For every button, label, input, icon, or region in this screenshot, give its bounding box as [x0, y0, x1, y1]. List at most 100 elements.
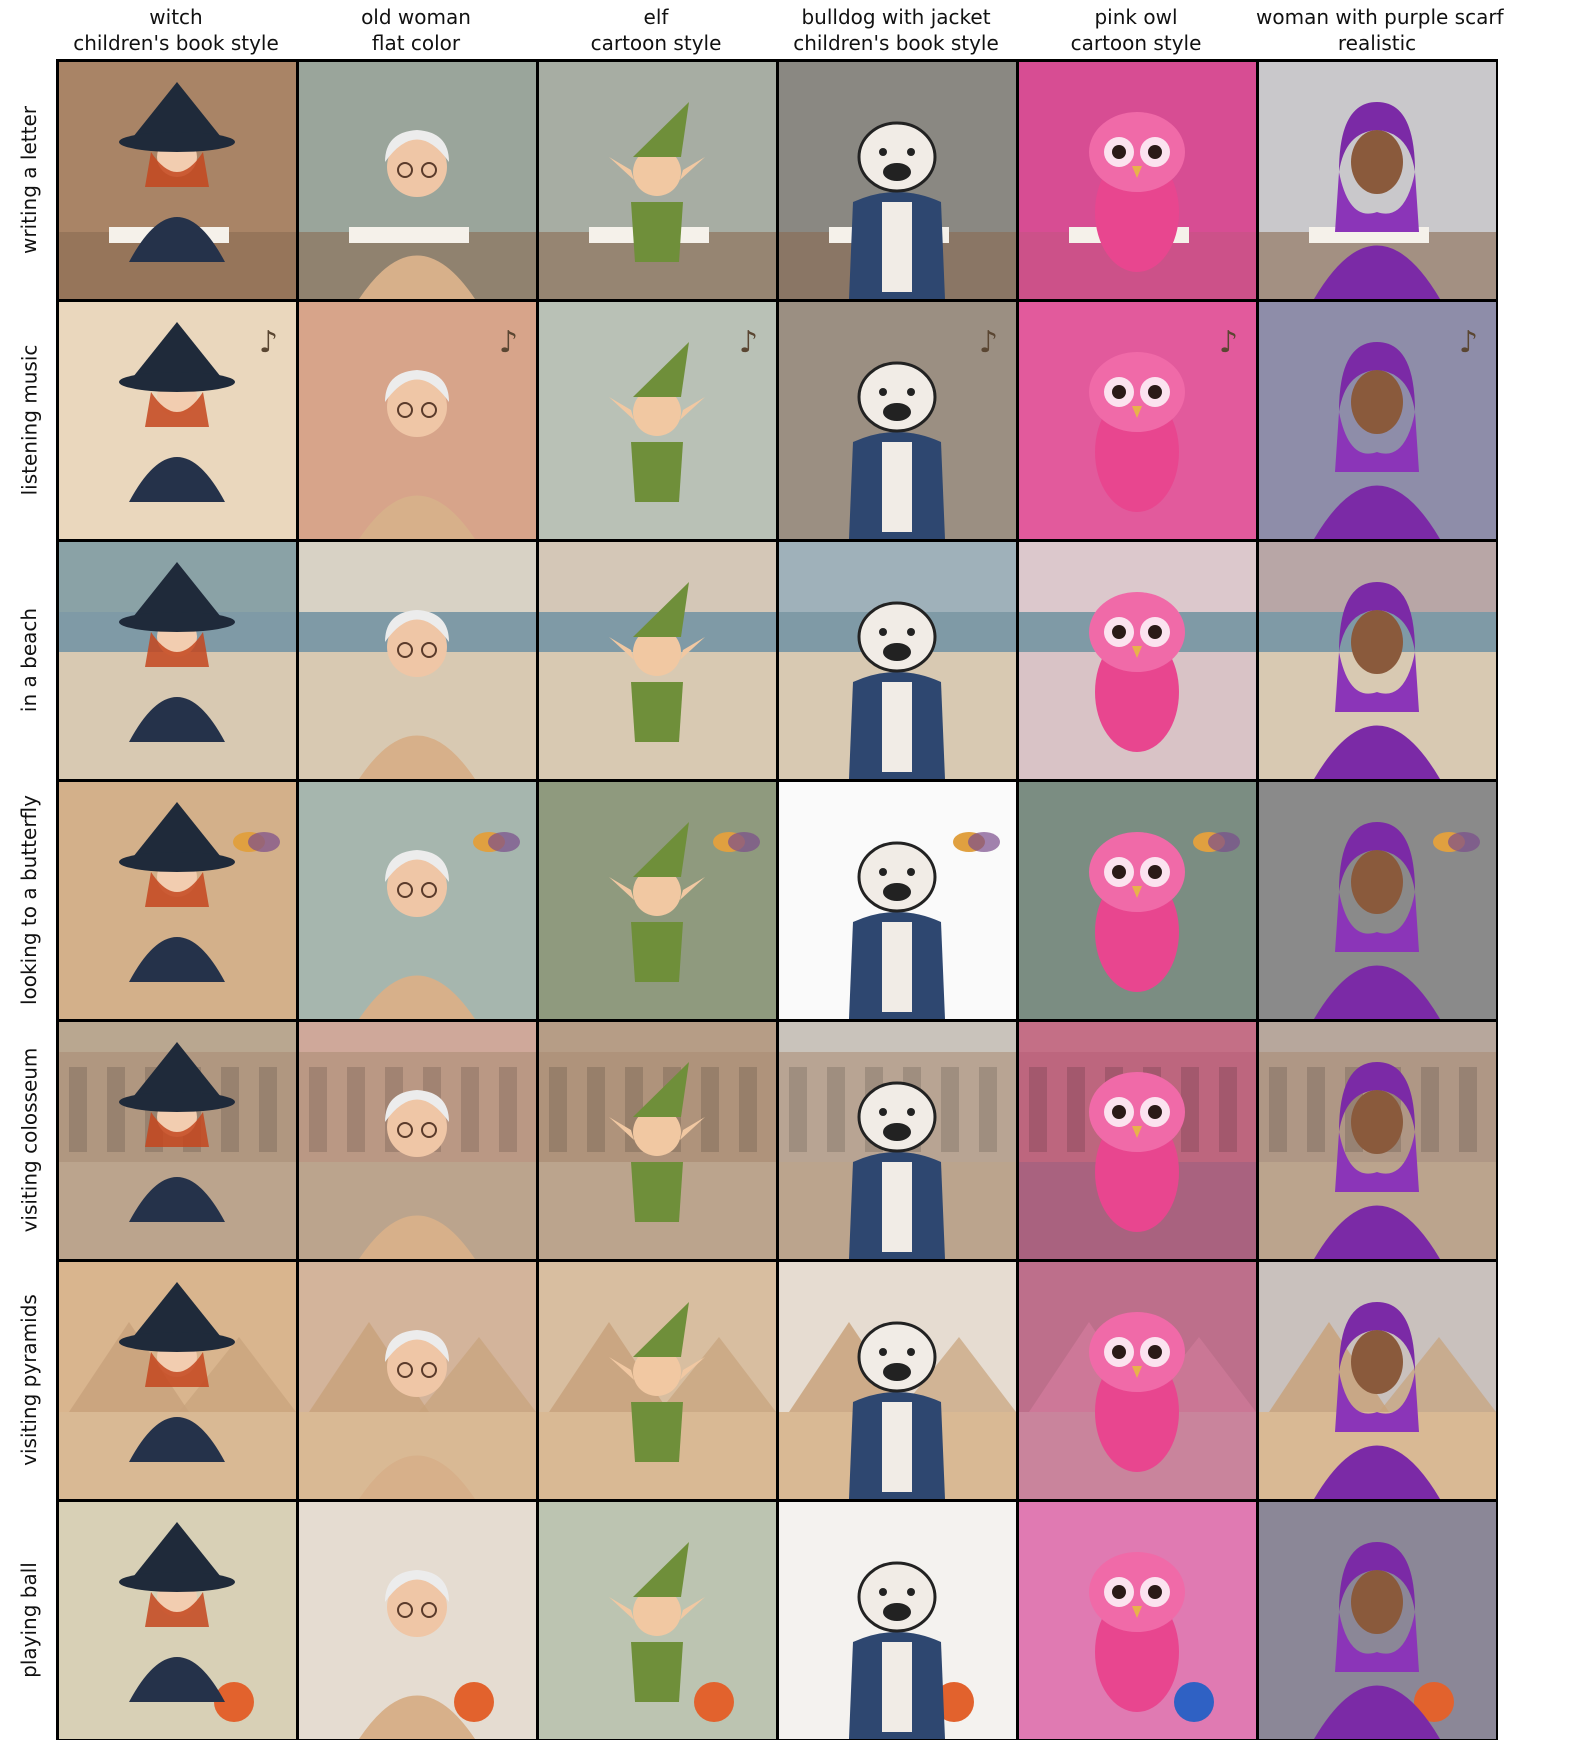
- row-label-pyramids: visiting pyramids: [17, 1294, 42, 1466]
- illustration: [1259, 542, 1496, 779]
- illustration: [59, 1502, 296, 1739]
- row-label-music: listening music: [17, 344, 41, 496]
- image-owl-writing: [1019, 62, 1256, 299]
- image-bulldog-colosseum: [779, 1022, 1016, 1259]
- illustration: [1019, 782, 1256, 1019]
- illustration: [59, 62, 296, 299]
- column-style: cartoon style: [1070, 31, 1202, 55]
- column-header-scarf-woman: woman with purple scarf realistic: [1256, 4, 1504, 58]
- image-elf-colosseum: [539, 1022, 776, 1259]
- illustration: [1019, 1022, 1256, 1259]
- row-label-butterfly: looking to a butterfly: [17, 795, 41, 1005]
- image-bulldog-ball: [779, 1502, 1016, 1739]
- illustration: ♪: [1259, 302, 1496, 539]
- image-scarf-woman-music: ♪: [1259, 302, 1496, 539]
- image-bulldog-beach: [779, 542, 1016, 779]
- column-subject: old woman: [361, 5, 471, 29]
- image-witch-writing: [59, 62, 296, 299]
- svg-text:♪: ♪: [1219, 325, 1238, 360]
- column-header-witch: witch children's book style: [56, 4, 296, 58]
- illustration: ♪: [59, 302, 296, 539]
- column-style: cartoon style: [590, 31, 722, 55]
- illustration: [1019, 1502, 1256, 1739]
- image-elf-ball: [539, 1502, 776, 1739]
- column-subject: pink owl: [1094, 5, 1178, 29]
- illustration: [299, 1022, 536, 1259]
- illustration: [779, 782, 1016, 1019]
- illustration: ♪: [779, 302, 1016, 539]
- image-bulldog-butterfly: [779, 782, 1016, 1019]
- row-label-colosseum: visiting colosseum: [17, 1047, 42, 1233]
- illustration: [1019, 542, 1256, 779]
- image-grid: ♪ ♪ ♪ ♪ ♪ ♪: [56, 59, 1498, 1740]
- image-old-woman-beach: [299, 542, 536, 779]
- column-subject: woman with purple scarf: [1256, 5, 1504, 29]
- illustration: [779, 1502, 1016, 1739]
- illustration: [779, 62, 1016, 299]
- column-header-bulldog: bulldog with jacket children's book styl…: [776, 4, 1016, 58]
- image-bulldog-music: ♪: [779, 302, 1016, 539]
- image-old-woman-pyramids: [299, 1262, 536, 1499]
- illustration: [59, 1022, 296, 1259]
- image-witch-beach: [59, 542, 296, 779]
- illustration: [1259, 62, 1496, 299]
- illustration: [59, 542, 296, 779]
- image-owl-colosseum: [1019, 1022, 1256, 1259]
- image-elf-butterfly: [539, 782, 776, 1019]
- column-header-owl: pink owl cartoon style: [1016, 4, 1256, 58]
- column-subject: elf: [643, 5, 669, 29]
- image-scarf-woman-writing: [1259, 62, 1496, 299]
- image-elf-pyramids: [539, 1262, 776, 1499]
- svg-text:♪: ♪: [1459, 325, 1478, 360]
- image-scarf-woman-ball: [1259, 1502, 1496, 1739]
- svg-text:♪: ♪: [499, 325, 518, 360]
- illustration: [299, 542, 536, 779]
- column-subject: bulldog with jacket: [801, 5, 991, 29]
- svg-text:♪: ♪: [979, 325, 998, 360]
- image-bulldog-pyramids: [779, 1262, 1016, 1499]
- illustration: [539, 1262, 776, 1499]
- column-style: children's book style: [793, 31, 999, 55]
- illustration: [539, 1502, 776, 1739]
- illustration: [539, 782, 776, 1019]
- column-style: realistic: [1337, 31, 1417, 55]
- image-owl-pyramids: [1019, 1262, 1256, 1499]
- illustration: [1259, 1022, 1496, 1259]
- image-owl-music: ♪: [1019, 302, 1256, 539]
- image-owl-butterfly: [1019, 782, 1256, 1019]
- image-scarf-woman-pyramids: [1259, 1262, 1496, 1499]
- image-bulldog-writing: [779, 62, 1016, 299]
- illustration: [539, 542, 776, 779]
- illustration: ♪: [1019, 302, 1256, 539]
- image-witch-ball: [59, 1502, 296, 1739]
- image-witch-music: ♪: [59, 302, 296, 539]
- image-old-woman-writing: [299, 62, 536, 299]
- column-subject: witch: [149, 5, 203, 29]
- column-header-elf: elf cartoon style: [536, 4, 776, 58]
- column-style: children's book style: [73, 31, 279, 55]
- image-elf-writing: [539, 62, 776, 299]
- illustration: ♪: [539, 302, 776, 539]
- image-witch-pyramids: [59, 1262, 296, 1499]
- image-scarf-woman-butterfly: [1259, 782, 1496, 1019]
- row-label-writing: writing a letter: [17, 106, 42, 254]
- illustration: [1259, 1262, 1496, 1499]
- image-scarf-woman-beach: [1259, 542, 1496, 779]
- illustration: [539, 1022, 776, 1259]
- image-old-woman-colosseum: [299, 1022, 536, 1259]
- illustration: [299, 62, 536, 299]
- image-owl-beach: [1019, 542, 1256, 779]
- image-elf-music: ♪: [539, 302, 776, 539]
- illustration: [779, 1022, 1016, 1259]
- image-old-woman-ball: [299, 1502, 536, 1739]
- illustration: [299, 1262, 536, 1499]
- illustration: [1019, 1262, 1256, 1499]
- column-style: flat color: [371, 31, 461, 55]
- image-witch-butterfly: [59, 782, 296, 1019]
- svg-text:♪: ♪: [739, 325, 758, 360]
- image-old-woman-butterfly: [299, 782, 536, 1019]
- row-label-beach: in a beach: [17, 607, 42, 713]
- illustration: [1259, 1502, 1496, 1739]
- image-old-woman-music: ♪: [299, 302, 536, 539]
- row-label-ball: playing ball: [17, 1562, 42, 1678]
